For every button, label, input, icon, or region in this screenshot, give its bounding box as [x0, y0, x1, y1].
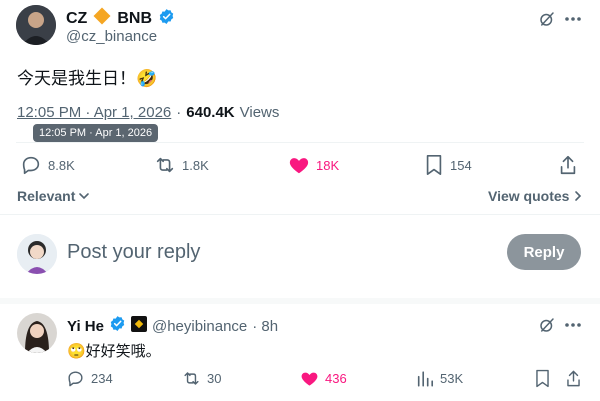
share-action[interactable] — [558, 154, 578, 176]
reply-reply-count: 234 — [91, 371, 113, 386]
divider — [16, 142, 584, 143]
reply-author-handle[interactable]: @heyibinance — [152, 318, 247, 335]
author-badge-text: BNB — [117, 9, 152, 27]
author-name[interactable]: CZ — [66, 10, 87, 28]
reply-time[interactable]: · 8h — [252, 318, 278, 335]
section-divider — [0, 298, 600, 304]
reply-views-count: 53K — [440, 371, 464, 386]
analytics-icon — [417, 371, 434, 387]
verified-icon — [109, 315, 126, 337]
reply-icon — [68, 371, 83, 387]
reply-input[interactable]: Post your reply — [67, 241, 200, 264]
reply-button[interactable]: Reply — [507, 234, 581, 270]
reply-repost-action[interactable]: 30 — [182, 369, 221, 388]
more-options-icon[interactable] — [562, 8, 584, 30]
sort-label: Relevant — [17, 188, 76, 204]
reply-views-action[interactable]: 53K — [416, 369, 463, 388]
sort-dropdown[interactable]: Relevant — [17, 188, 91, 204]
repost-action[interactable]: 1.8K — [154, 154, 209, 176]
chevron-down-icon — [79, 193, 90, 200]
reply-icon — [22, 156, 40, 175]
tweet-timestamp[interactable]: 12:05 PM · Apr 1, 2026 — [17, 104, 171, 121]
views-label: Views — [239, 104, 280, 121]
binance-affiliate-icon — [130, 315, 147, 337]
repost-count: 1.8K — [182, 157, 209, 173]
share-icon — [567, 370, 580, 387]
reply-repost-count: 30 — [207, 371, 222, 386]
share-icon — [560, 155, 576, 175]
repost-icon — [184, 372, 199, 385]
grok-icon[interactable] — [536, 314, 558, 336]
timestamp-tooltip: 12:05 PM · Apr 1, 2026 — [33, 124, 159, 142]
reply-like-action[interactable]: 436 — [300, 369, 347, 388]
grok-icon[interactable] — [536, 8, 558, 30]
reply-count: 8.8K — [48, 157, 75, 173]
bnb-diamond-icon — [93, 7, 111, 30]
reply-reply-action[interactable]: 234 — [66, 369, 113, 388]
reply-like-count: 436 — [325, 371, 347, 386]
reply-action[interactable]: 8.8K — [20, 154, 75, 176]
reply-share-action[interactable] — [565, 369, 582, 388]
more-options-icon[interactable] — [562, 314, 584, 336]
reply-text: 🙄好好笑哦。 — [67, 343, 161, 360]
author-handle[interactable]: @cz_binance — [66, 28, 157, 45]
bookmark-count: 154 — [450, 157, 472, 173]
reply-author-avatar[interactable] — [17, 313, 57, 353]
meta-separator: · — [176, 104, 182, 121]
verified-icon — [158, 8, 175, 30]
author-avatar[interactable] — [16, 5, 56, 45]
like-count: 18K — [316, 157, 340, 173]
divider — [0, 214, 600, 215]
bookmark-action[interactable]: 154 — [424, 154, 472, 176]
reply-author-name[interactable]: Yi He — [67, 318, 104, 335]
bookmark-icon — [536, 369, 549, 388]
heart-icon — [289, 158, 309, 174]
view-quotes-label: View quotes — [488, 188, 570, 204]
view-quotes-link[interactable]: View quotes — [488, 188, 583, 204]
views-count: 640.4K — [186, 104, 235, 121]
reply-bookmark-action[interactable] — [534, 369, 551, 388]
current-user-avatar[interactable] — [17, 234, 57, 274]
heart-icon — [301, 372, 318, 386]
chevron-right-icon — [575, 191, 582, 201]
like-action[interactable]: 18K — [288, 154, 339, 176]
bookmark-icon — [426, 155, 442, 175]
repost-icon — [156, 157, 174, 173]
tweet-text: 今天是我生日！🤣 — [17, 69, 158, 88]
